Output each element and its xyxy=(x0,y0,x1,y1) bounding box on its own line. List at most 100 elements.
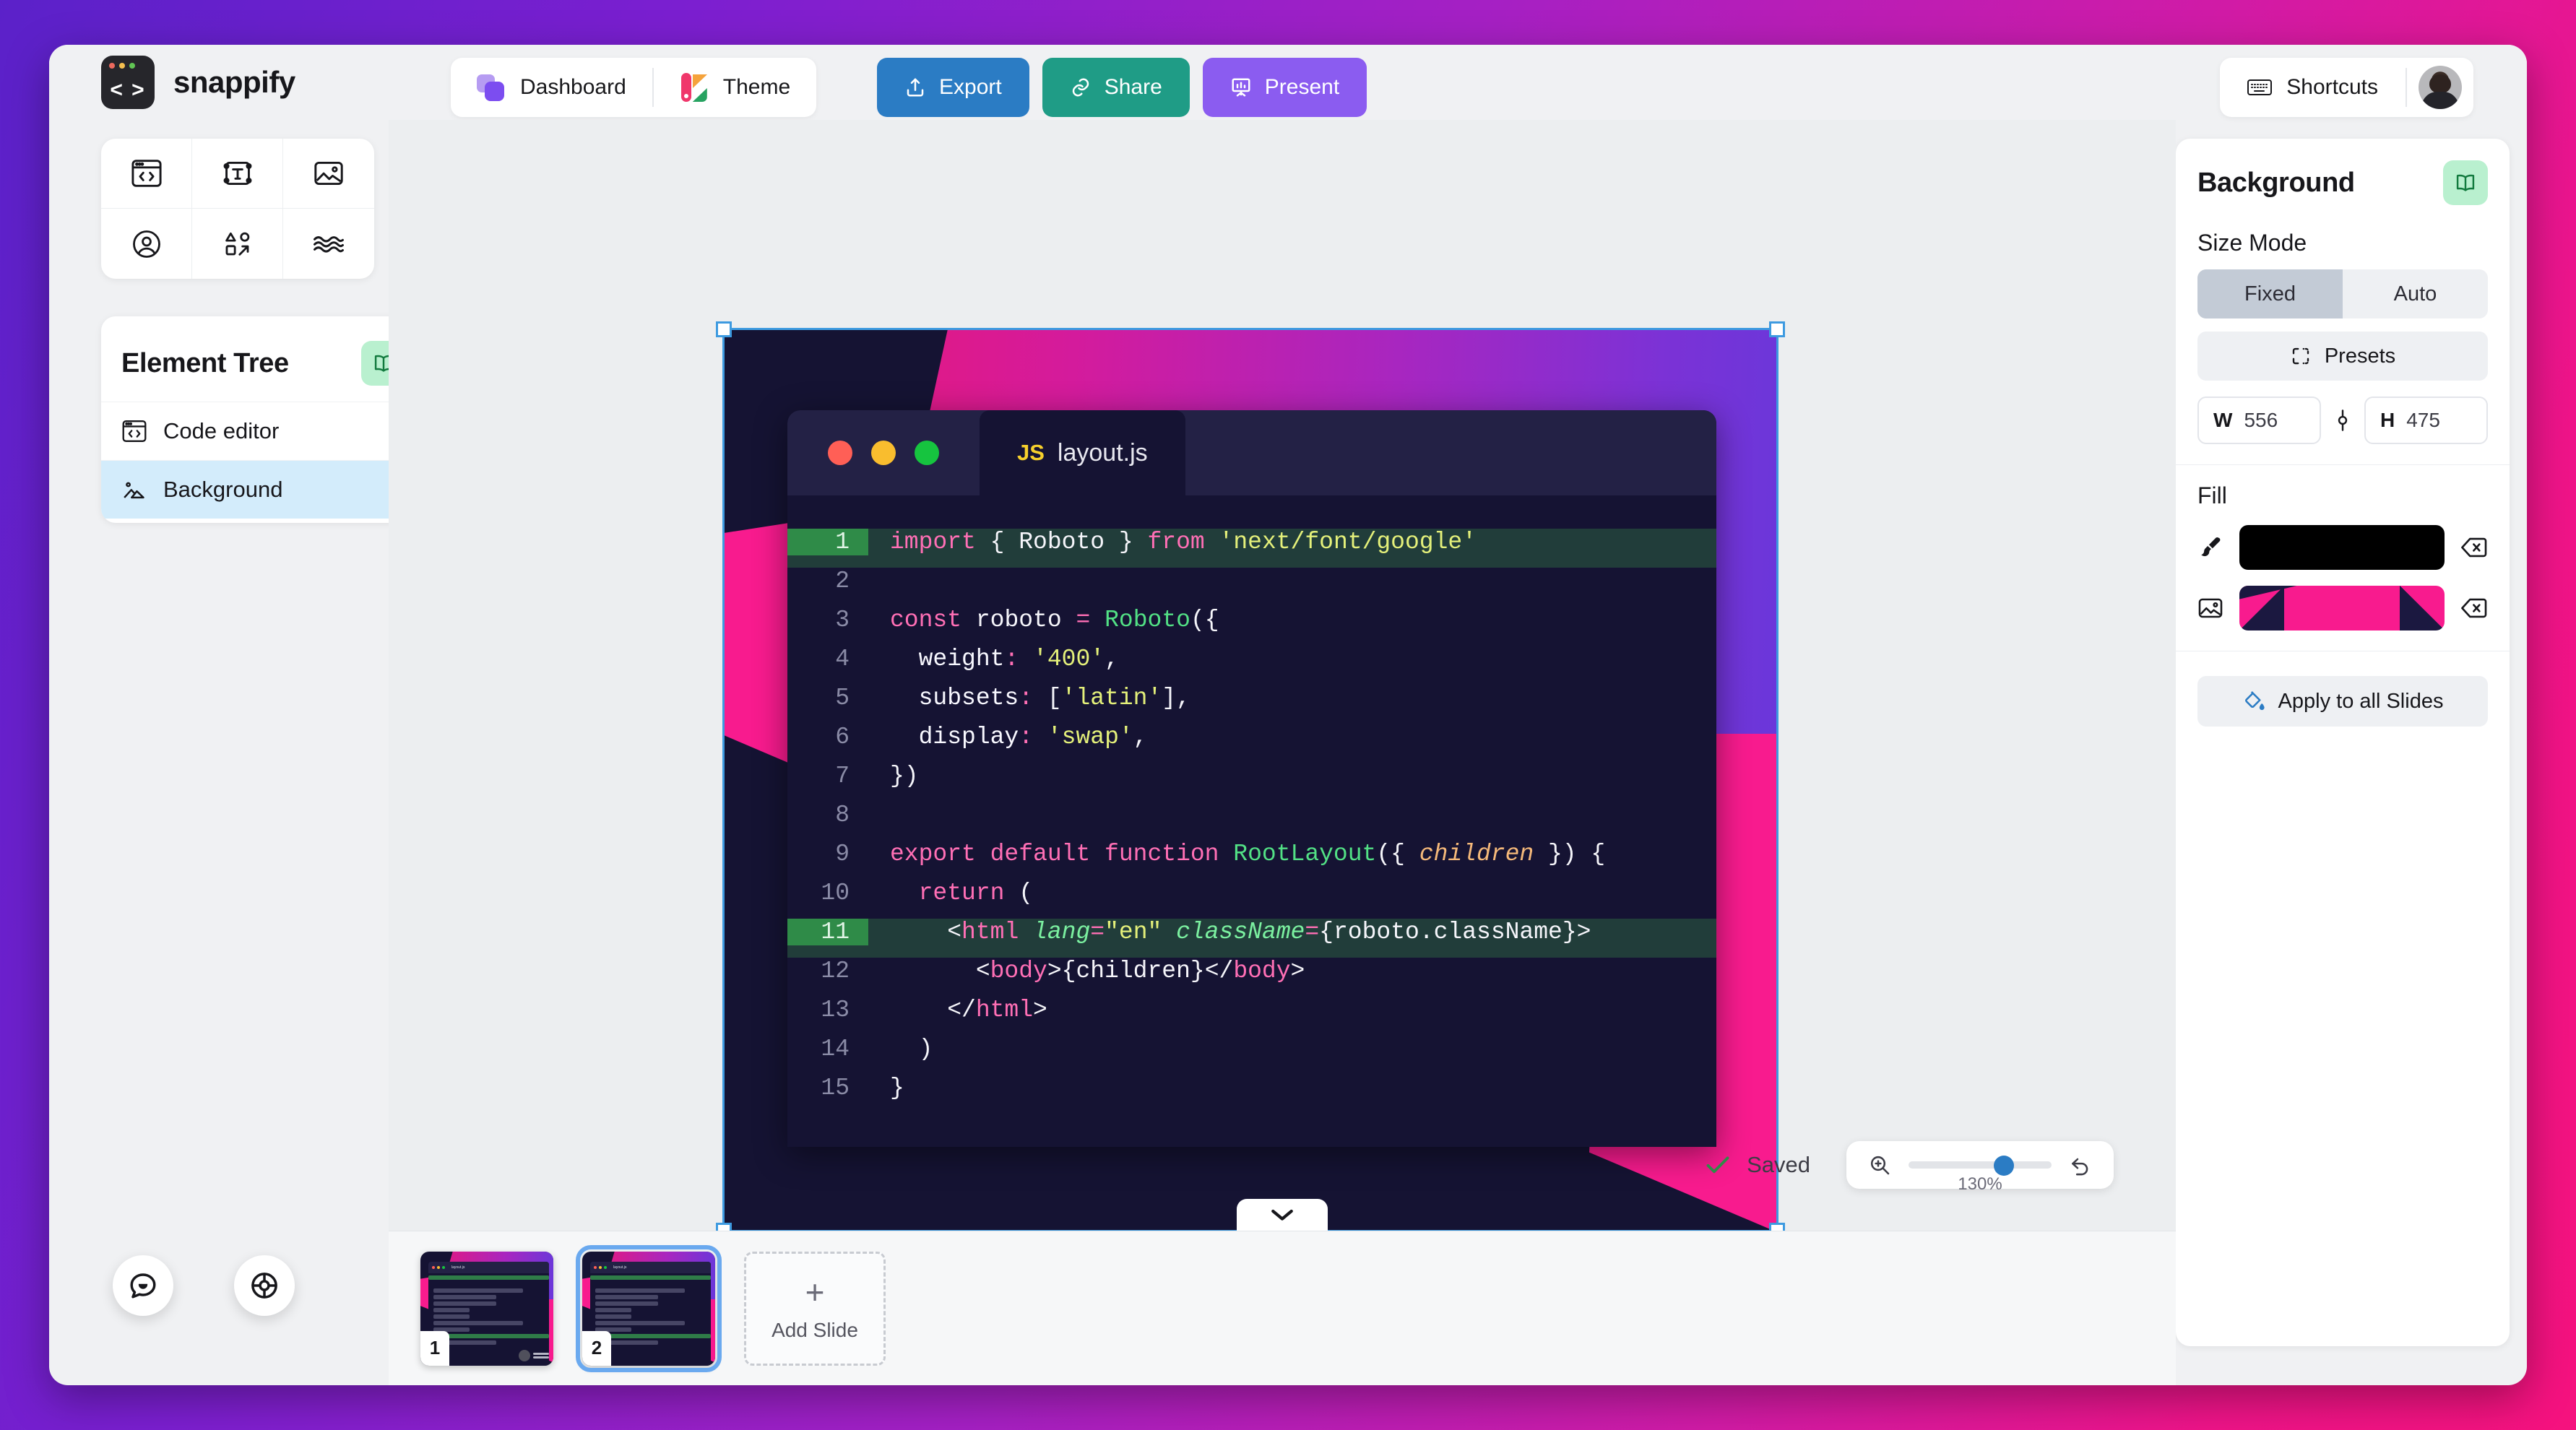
shapes-tool[interactable] xyxy=(192,209,283,279)
waves-icon xyxy=(314,235,344,253)
element-tree-item-code-editor[interactable]: Code editor xyxy=(101,402,435,460)
code-editor-element[interactable]: JS layout.js 1 import { Roboto } from 'ne… xyxy=(787,410,1716,1147)
share-button[interactable]: Share xyxy=(1042,58,1190,117)
element-tree-item-background[interactable]: Background xyxy=(101,460,435,519)
code-line[interactable]: 1 import { Roboto } from 'next/font/googl… xyxy=(787,529,1716,568)
resize-handle-top-right[interactable] xyxy=(1769,321,1785,337)
image-icon[interactable] xyxy=(2197,596,2223,620)
user-circle-icon xyxy=(132,230,160,258)
app-window: < > snappify Dashboard Theme Export Shar… xyxy=(49,45,2527,1385)
height-key: H xyxy=(2380,409,2395,431)
presets-button[interactable]: Presets xyxy=(2197,332,2488,381)
fill-section: Fill xyxy=(2176,465,2510,630)
zoom-slider[interactable]: 130% xyxy=(1909,1150,2052,1194)
zoom-slider-thumb[interactable] xyxy=(1994,1156,2014,1176)
code-lines[interactable]: 1 import { Roboto } from 'next/font/googl… xyxy=(787,495,1716,1114)
size-mode-section: Size Mode Fixed Auto Presets W 556 H 475 xyxy=(2176,212,2510,444)
code-line[interactable]: 13 </html> xyxy=(787,997,1716,1036)
slide[interactable]: JS layout.js 1 import { Roboto } from 'ne… xyxy=(724,329,1777,1231)
code-line[interactable]: 2 xyxy=(787,568,1716,607)
fill-color-swatch[interactable] xyxy=(2239,525,2445,570)
properties-docs-button[interactable] xyxy=(2443,160,2488,205)
thumb-line xyxy=(595,1314,632,1319)
thumb-line xyxy=(428,1275,549,1280)
code-line[interactable]: 10 return ( xyxy=(787,880,1716,919)
code-line-text: } xyxy=(890,1075,904,1101)
code-line[interactable]: 12 <body>{children}</body> xyxy=(787,958,1716,997)
code-line[interactable]: 9 export default function RootLayout({ ch… xyxy=(787,841,1716,880)
resize-handle-top-left[interactable] xyxy=(716,321,732,337)
element-tree-label-code-editor: Code editor xyxy=(163,418,280,443)
code-line[interactable]: 14 ) xyxy=(787,1036,1716,1075)
nav-item-theme[interactable]: Theme xyxy=(654,58,816,117)
share-label: Share xyxy=(1104,75,1162,99)
filmstrip-collapse-button[interactable] xyxy=(1237,1199,1328,1231)
brand-name: snappify xyxy=(173,65,295,99)
present-label: Present xyxy=(1264,75,1340,99)
slide-canvas-area[interactable]: JS layout.js 1 import { Roboto } from 'ne… xyxy=(389,120,2176,1231)
code-line[interactable]: 8 xyxy=(787,802,1716,841)
code-line-number: 1 xyxy=(787,529,868,555)
resize-handle-bottom-left[interactable] xyxy=(716,1223,732,1231)
properties-panel: Background Size Mode Fixed Auto Presets … xyxy=(2176,139,2510,1346)
code-line[interactable]: 15} xyxy=(787,1075,1716,1114)
code-line-text: <html lang="en" className={roboto.classN… xyxy=(890,919,1591,945)
brush-icon[interactable] xyxy=(2197,534,2223,560)
magnifier-plus-icon[interactable] xyxy=(1868,1153,1891,1176)
width-field[interactable]: W 556 xyxy=(2197,396,2321,444)
code-line[interactable]: 6 display: 'swap', xyxy=(787,724,1716,763)
code-line-number: 11 xyxy=(787,919,868,945)
code-line[interactable]: 5 subsets: ['latin'], xyxy=(787,685,1716,724)
app-logo-icon: < > xyxy=(101,56,155,109)
apply-to-all-slides-button[interactable]: Apply to all Slides xyxy=(2197,676,2488,727)
size-mode-option-fixed[interactable]: Fixed xyxy=(2197,269,2343,318)
size-mode-option-auto[interactable]: Auto xyxy=(2343,269,2488,318)
code-line[interactable]: 3 const roboto = Roboto({ xyxy=(787,607,1716,646)
thumb-line xyxy=(433,1294,496,1299)
code-line-number: 7 xyxy=(835,763,850,789)
link-dimensions-icon[interactable] xyxy=(2333,408,2353,433)
slide-thumbnail[interactable]: layout.js 1 xyxy=(420,1251,553,1366)
thumb-line xyxy=(595,1307,632,1312)
primary-nav: Dashboard Theme xyxy=(451,58,817,117)
zoom-control: 130% xyxy=(1846,1141,2114,1194)
add-slide-button[interactable]: + Add Slide xyxy=(744,1251,886,1366)
element-tree-label-background: Background xyxy=(163,477,283,502)
floating-action-buttons xyxy=(113,1255,295,1316)
nav-label-dashboard: Dashboard xyxy=(520,75,626,99)
code-line[interactable]: 7}) xyxy=(787,763,1716,802)
code-file-tab[interactable]: JS layout.js xyxy=(980,410,1185,495)
export-button[interactable]: Export xyxy=(877,58,1029,117)
thumb-line xyxy=(595,1320,685,1325)
image-mountain-icon xyxy=(124,482,144,499)
left-sidebar: Element Tree Code editor Background xyxy=(49,120,435,1385)
save-status: Saved xyxy=(1705,1152,1810,1178)
slide-thumbnail[interactable]: layout.js 2 xyxy=(576,1244,722,1372)
height-field[interactable]: H 475 xyxy=(2364,396,2488,444)
clear-x-icon[interactable] xyxy=(2460,597,2488,620)
zoom-level-label: 130% xyxy=(1958,1174,2002,1194)
shortcuts-button[interactable]: Shortcuts xyxy=(2220,58,2406,117)
wave-tool[interactable] xyxy=(283,209,374,279)
present-button[interactable]: Present xyxy=(1202,58,1367,117)
code-line-number: 10 xyxy=(821,880,850,906)
shortcuts-label: Shortcuts xyxy=(2286,75,2378,99)
resize-handle-bottom-right[interactable] xyxy=(1769,1223,1785,1231)
avatar[interactable] xyxy=(2419,66,2462,109)
code-line-number: 9 xyxy=(835,841,850,867)
text-tool[interactable] xyxy=(192,139,283,209)
fill-image-swatch[interactable] xyxy=(2239,586,2445,630)
code-line-text: export default function RootLayout({ chi… xyxy=(890,841,1606,867)
code-editor-tool[interactable] xyxy=(101,139,192,209)
undo-arrow-icon[interactable] xyxy=(2069,1154,2092,1176)
code-line[interactable]: 11 <html lang="en" className={roboto.cla… xyxy=(787,919,1716,958)
help-button[interactable] xyxy=(234,1255,295,1316)
clear-x-icon[interactable] xyxy=(2460,536,2488,559)
feedback-chat-button[interactable] xyxy=(113,1255,173,1316)
code-line[interactable]: 4 weight: '400', xyxy=(787,646,1716,685)
nav-item-dashboard[interactable]: Dashboard xyxy=(451,58,652,117)
fill-row-solid xyxy=(2197,525,2488,570)
code-line-text: <body>{children}</body> xyxy=(890,958,1305,984)
avatar-tool[interactable] xyxy=(101,209,192,279)
image-tool[interactable] xyxy=(283,139,374,209)
